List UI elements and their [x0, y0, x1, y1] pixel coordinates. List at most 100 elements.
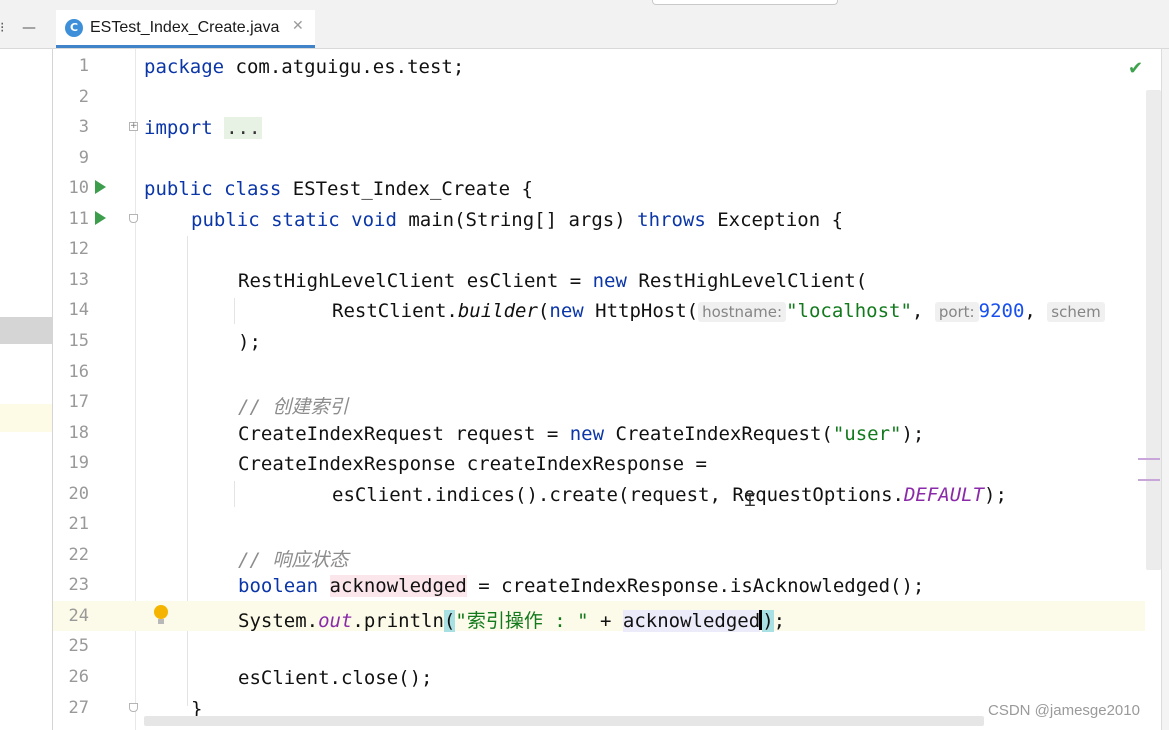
code-line[interactable]: 1 package com.atguigu.es.test; [53, 51, 1145, 82]
line-number: 20 [68, 483, 89, 504]
code-token: package [144, 56, 225, 78]
vertical-scrollbar[interactable] [1146, 90, 1161, 570]
code-token: new [549, 300, 584, 323]
code-line[interactable]: 20 esClient.indices().create(request, Re… [53, 479, 1145, 510]
line-number: 26 [68, 667, 89, 687]
variable-highlight: acknowledged [329, 575, 467, 598]
code-token: import [144, 117, 213, 140]
project-highlight-row[interactable] [0, 404, 52, 432]
line-number: 25 [68, 636, 89, 657]
line-number: 24 [68, 605, 89, 626]
line-number: 13 [68, 269, 89, 290]
more-icon[interactable]: ⁝ [0, 20, 4, 36]
brace-match: ( [443, 609, 456, 632]
code-token: ; [773, 609, 786, 632]
code-token: "user" [832, 422, 902, 445]
code-comment[interactable]: // 创建索引 [238, 392, 348, 419]
code-token: com.atguigu.es.test; [224, 56, 465, 78]
code-token: ( [537, 300, 550, 323]
code-token: "索引操作 : " [455, 609, 589, 632]
code-line[interactable]: 11 public static void main(String[] args… [53, 204, 1145, 235]
code-token: System. [238, 609, 319, 632]
line-number: 17 [68, 392, 89, 413]
code-text[interactable]: esClient.close(); [238, 667, 432, 689]
code-line[interactable]: 25 [53, 631, 1145, 662]
code-token: , [1024, 300, 1048, 323]
param-hint: hostname: [698, 302, 787, 323]
code-token: out [318, 609, 353, 632]
code-line[interactable]: 18 CreateIndexRequest request = new Crea… [53, 418, 1145, 449]
line-number: 16 [68, 361, 89, 382]
tab-filename: ESTest_Index_Create.java [90, 19, 280, 36]
java-class-icon: C [65, 19, 83, 37]
code-text[interactable]: RestClient.builder(new HttpHost(hostname… [332, 300, 1105, 323]
code-token: ); [984, 483, 1007, 506]
search-box[interactable] [652, 0, 838, 5]
line-number: 11 [68, 208, 89, 229]
line-number: 19 [68, 453, 89, 474]
brace-match: ) [762, 609, 774, 632]
code-token: ); [901, 422, 925, 445]
code-comment[interactable]: // 响应状态 [238, 545, 348, 572]
error-stripe-marker[interactable] [1138, 479, 1160, 481]
line-number: 10 [68, 178, 89, 199]
code-line[interactable]: 13 RestHighLevelClient esClient = new Re… [53, 265, 1145, 296]
code-line[interactable]: 23 boolean acknowledged = createIndexRes… [53, 570, 1145, 601]
project-selected-row[interactable] [0, 317, 52, 344]
code-line[interactable]: 15 ); [53, 326, 1145, 357]
line-number: 27 [68, 697, 89, 718]
code-token: public static void [191, 208, 397, 231]
code-line[interactable]: 10 public class ESTest_Index_Create { [53, 173, 1145, 204]
code-line[interactable]: 14 RestClient.builder(new HttpHost(hostn… [53, 295, 1145, 326]
line-number: 21 [68, 514, 89, 535]
code-text[interactable]: System.out.println("索引操作 : " + acknowled… [238, 606, 785, 633]
line-number: 18 [68, 422, 89, 443]
code-line[interactable]: 19 CreateIndexResponse createIndexRespon… [53, 448, 1145, 479]
code-token: CreateIndexRequest( [604, 422, 833, 445]
run-main-icon[interactable] [95, 210, 106, 225]
run-class-icon[interactable] [95, 180, 106, 195]
code-text[interactable]: esClient.indices().create(request, Reque… [332, 484, 1007, 506]
param-hint: port: [934, 302, 979, 323]
line-number: 15 [68, 330, 89, 351]
code-token: "localhost" [786, 300, 912, 323]
code-text[interactable]: ); [238, 331, 261, 353]
code-line[interactable]: 17 // 创建索引 [53, 387, 1145, 418]
code-text[interactable]: public class ESTest_Index_Create { [144, 178, 533, 200]
code-text[interactable]: import ... [144, 117, 263, 140]
close-tab-icon[interactable]: ✕ [292, 18, 304, 34]
code-token: RestClient. [332, 300, 458, 323]
code-token: new [569, 422, 605, 445]
fold-expand-icon[interactable]: + [129, 122, 138, 132]
horizontal-scrollbar[interactable] [144, 716, 984, 726]
code-line[interactable]: 3 + import ... [53, 112, 1145, 143]
tab-estest-index-create[interactable]: C ESTest_Index_Create.java ✕ [56, 10, 315, 48]
code-line[interactable]: 26 esClient.close(); [53, 662, 1145, 693]
code-token: RestHighLevelClient( [626, 269, 868, 292]
code-text[interactable]: boolean acknowledged = createIndexRespon… [238, 575, 924, 598]
variable-highlight: acknowledged [622, 609, 761, 632]
minimize-icon[interactable]: — [22, 20, 36, 36]
code-token: public class [144, 178, 282, 201]
folded-imports[interactable]: ... [224, 117, 263, 140]
fold-collapse-icon[interactable] [129, 213, 138, 223]
inspection-ok-icon[interactable]: ✔ [1128, 58, 1143, 79]
code-line[interactable]: 2 [53, 82, 1145, 113]
code-line[interactable]: 22 // 响应状态 [53, 540, 1145, 571]
code-text[interactable]: RestHighLevelClient esClient = new RestH… [238, 270, 867, 292]
error-stripe-marker[interactable] [1138, 458, 1160, 460]
fold-end-icon[interactable] [129, 702, 138, 712]
line-number: 3 [78, 117, 89, 138]
code-line[interactable]: 9 [53, 143, 1145, 174]
code-text[interactable]: public static void main(String[] args) t… [191, 209, 843, 231]
code-text[interactable]: CreateIndexRequest request = new CreateI… [238, 423, 924, 445]
current-line[interactable]: 24 System.out.println("索引操作 : " + acknow… [53, 600, 1145, 633]
lightbulb-icon[interactable] [154, 604, 168, 624]
code-line[interactable]: 16 [53, 357, 1145, 388]
code-line[interactable]: 21 [53, 509, 1145, 540]
code-text[interactable]: CreateIndexResponse createIndexResponse … [238, 453, 707, 475]
code-line[interactable]: 12 [53, 234, 1145, 265]
line-number: 9 [78, 147, 89, 168]
code-text[interactable]: package com.atguigu.es.test; [144, 56, 464, 78]
